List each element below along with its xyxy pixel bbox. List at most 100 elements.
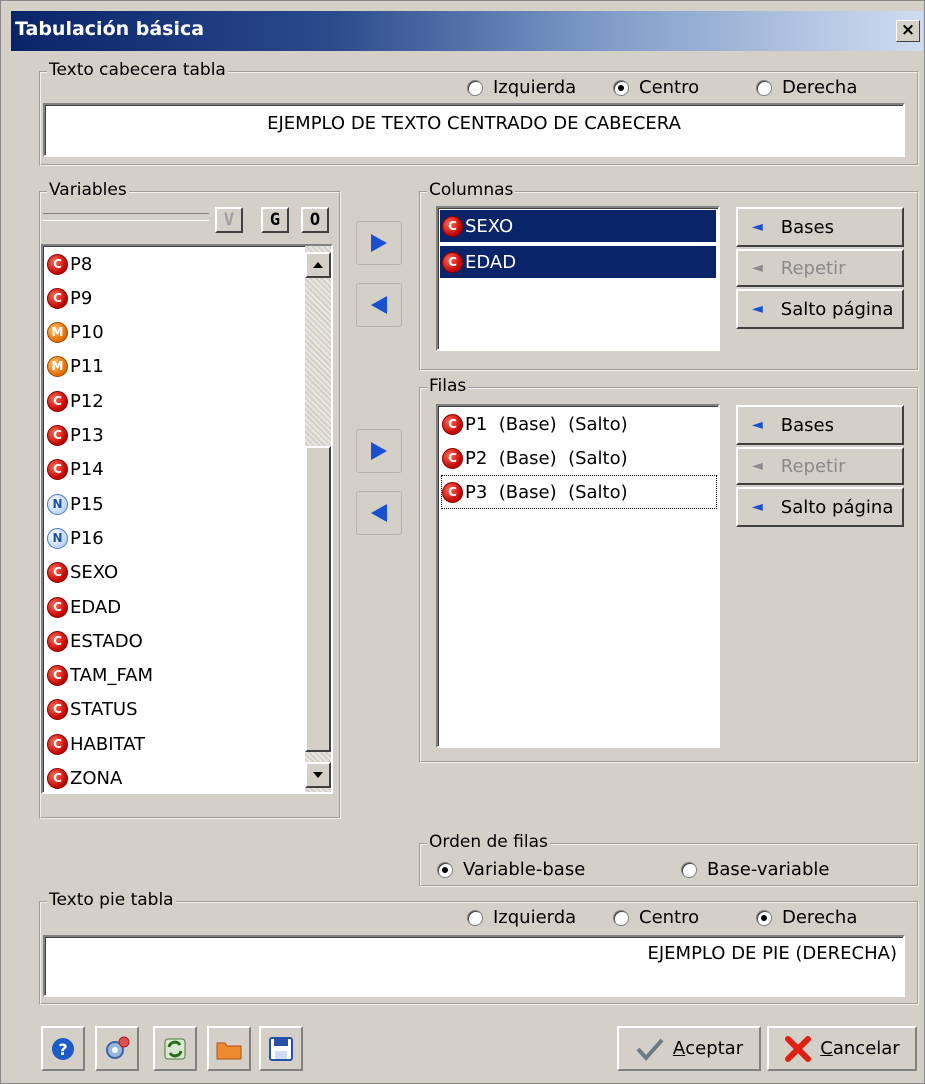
variables-scrollbar[interactable] — [305, 246, 331, 792]
variable-item[interactable]: C STATUS — [47, 694, 138, 726]
variable-item[interactable]: C ZONA — [47, 763, 122, 793]
radio-label: Izquierda — [493, 907, 577, 928]
radio-circle-selected — [756, 909, 772, 926]
variable-item[interactable]: C HABITAT — [47, 728, 145, 760]
variable-item[interactable]: M P10 — [47, 317, 104, 349]
variable-type-m-icon: M — [47, 322, 68, 344]
variable-item-label: P11 — [70, 356, 104, 378]
footer-text-label: Texto pie tabla — [47, 890, 176, 910]
header-align-left-radio[interactable]: Izquierda — [467, 77, 576, 98]
variable-item-label: P10 — [70, 322, 104, 344]
variable-item-label: P14 — [70, 459, 104, 481]
column-item-label: SEXO — [465, 215, 514, 237]
remove-from-rows-button[interactable] — [356, 491, 402, 535]
columns-repeat-button[interactable]: ◄ Repetir — [736, 249, 904, 287]
filter-o-button[interactable]: O — [301, 207, 329, 233]
radio-circle-selected — [437, 861, 453, 878]
column-item[interactable]: C EDAD — [440, 246, 716, 278]
filter-v-button[interactable]: V — [215, 207, 243, 233]
header-align-right-radio[interactable]: Derecha — [756, 77, 857, 98]
variable-item[interactable]: C P9 — [47, 282, 92, 314]
scroll-thumb[interactable] — [305, 446, 331, 752]
add-to-rows-button[interactable] — [356, 429, 402, 473]
variable-type-c-icon: C — [47, 768, 68, 789]
help-icon: ? — [52, 1037, 74, 1060]
variables-list[interactable]: C P8 C P9 M P10 M P11 C P12 C P13 C P14 N P15 N P16 C SEXO C… — [41, 244, 333, 794]
arrow-left-small-icon: ◄ — [752, 499, 763, 515]
cancel-accesskey: C — [820, 1038, 833, 1059]
row-item-label: P3 (Base) (Salto) — [465, 481, 628, 503]
accept-button[interactable]: Aceptar — [617, 1026, 761, 1071]
variable-item[interactable]: N P15 — [47, 488, 104, 520]
variable-item[interactable]: C P8 — [47, 248, 92, 280]
radio-label: Base-variable — [707, 859, 830, 880]
footer-text-input[interactable]: EJEMPLO DE PIE (DERECHA) — [43, 935, 905, 997]
refresh-button[interactable] — [153, 1026, 197, 1071]
variables-list-items: C P8 C P9 M P10 M P11 C P12 C P13 C P14 N P15 N P16 C SEXO C… — [43, 248, 305, 789]
help-button[interactable]: ? — [41, 1026, 85, 1071]
variable-item[interactable]: C EDAD — [47, 591, 121, 623]
folder-icon — [216, 1042, 242, 1059]
settings-button[interactable] — [95, 1026, 139, 1071]
row-item-label: P2 (Base) (Salto) — [465, 447, 628, 469]
variable-item[interactable]: C P12 — [47, 385, 104, 417]
columns-list[interactable]: C SEXO C EDAD — [436, 206, 720, 351]
rows-label: Filas — [427, 376, 469, 396]
close-button[interactable]: × — [896, 20, 920, 42]
window-title: Tabulación básica — [15, 18, 205, 40]
rows-list[interactable]: C P1 (Base) (Salto) C P2 (Base) (Salto) C P3 … — [436, 404, 720, 748]
variable-item-label: TAM_FAM — [70, 665, 153, 687]
columns-label: Columnas — [427, 180, 516, 200]
variable-type-n-icon: N — [47, 527, 68, 549]
row-order-variable-base-radio[interactable]: Variable-base — [437, 859, 585, 880]
accept-accesskey: A — [672, 1038, 686, 1059]
cancel-label: ancelar — [832, 1038, 900, 1059]
footer-align-left-radio[interactable]: Izquierda — [467, 907, 576, 928]
variable-item[interactable]: C TAM_FAM — [47, 660, 153, 692]
radio-circle — [613, 909, 629, 926]
arrow-left-small-icon: ◄ — [752, 260, 763, 276]
footer-align-right-radio[interactable]: Derecha — [756, 907, 857, 928]
scroll-up-button[interactable] — [305, 252, 331, 278]
variable-item[interactable]: C P13 — [47, 420, 104, 452]
save-icon — [269, 1036, 293, 1061]
button-label: Salto página — [780, 496, 894, 518]
row-item[interactable]: C P1 (Base) (Salto) — [442, 408, 628, 440]
columns-bases-button[interactable]: ◄ Bases — [736, 207, 904, 247]
filter-g-button[interactable]: G — [261, 207, 289, 233]
variable-item[interactable]: C ESTADO — [47, 625, 143, 657]
footer-align-center-radio[interactable]: Centro — [613, 907, 699, 928]
row-order-base-variable-radio[interactable]: Base-variable — [681, 859, 829, 880]
open-folder-button[interactable] — [207, 1026, 251, 1071]
rows-page-break-button[interactable]: ◄ Salto página — [736, 487, 904, 527]
svg-text:?: ? — [58, 1040, 67, 1059]
dialog-window: Tabulación básica × Texto cabecera tabla… — [0, 0, 925, 1084]
footer-text-value: EJEMPLO DE PIE (DERECHA) — [647, 943, 897, 964]
header-text-input[interactable]: EJEMPLO DE TEXTO CENTRADO DE CABECERA — [43, 103, 905, 157]
arrow-left-small-icon: ◄ — [752, 301, 763, 317]
variable-item[interactable]: M P11 — [47, 351, 104, 383]
variable-item[interactable]: C SEXO — [47, 557, 118, 589]
header-text-value: EJEMPLO DE TEXTO CENTRADO DE CABECERA — [267, 113, 681, 134]
button-label: Repetir — [780, 257, 846, 279]
column-item[interactable]: C SEXO — [440, 210, 716, 242]
variable-type-c-icon: C — [47, 253, 68, 275]
variable-type-c-icon: C — [47, 596, 68, 618]
save-button[interactable] — [259, 1026, 303, 1071]
columns-page-break-button[interactable]: ◄ Salto página — [736, 289, 904, 329]
cancel-button[interactable]: Cancelar — [767, 1026, 917, 1071]
row-order-label: Orden de filas — [427, 832, 550, 852]
row-item[interactable]: C P2 (Base) (Salto) — [442, 442, 628, 474]
variable-item[interactable]: C P14 — [47, 454, 104, 486]
row-item[interactable]: C P3 (Base) (Salto) — [441, 475, 717, 509]
variable-item[interactable]: N P16 — [47, 522, 104, 554]
radio-label: Derecha — [782, 907, 858, 928]
header-align-center-radio[interactable]: Centro — [613, 77, 699, 98]
radio-label: Centro — [639, 77, 700, 98]
add-to-columns-button[interactable] — [356, 221, 402, 265]
scroll-down-button[interactable] — [305, 762, 331, 788]
variables-label: Variables — [47, 180, 129, 200]
rows-bases-button[interactable]: ◄ Bases — [736, 405, 904, 445]
rows-repeat-button[interactable]: ◄ Repetir — [736, 447, 904, 485]
remove-from-columns-button[interactable] — [356, 283, 402, 327]
